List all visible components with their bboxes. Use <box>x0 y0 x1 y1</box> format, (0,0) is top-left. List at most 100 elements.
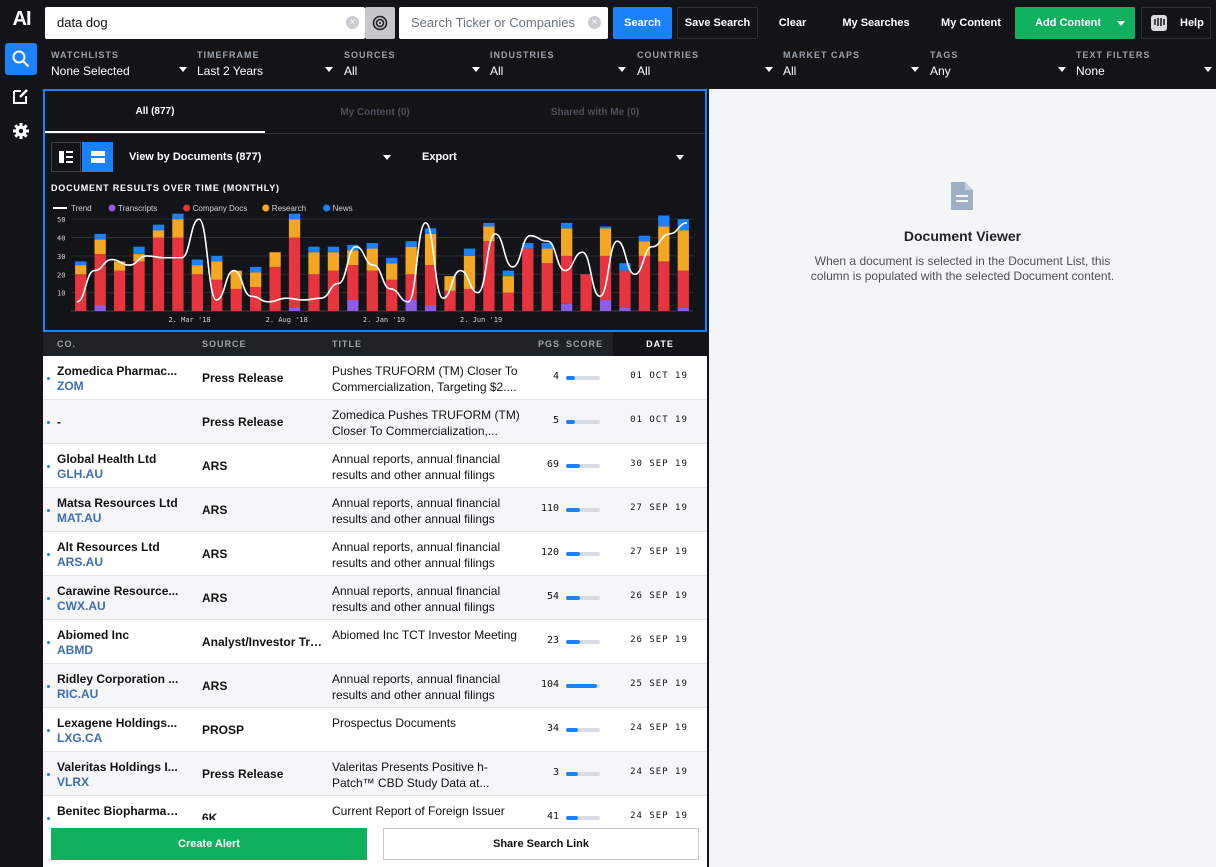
score-bar <box>566 508 600 512</box>
table-row[interactable]: Global Health Ltd GLH.AU ARS Annual reports… <box>43 444 707 488</box>
col-pages[interactable]: PGS <box>538 339 560 349</box>
keyword-search-input[interactable]: data dog × <box>45 7 365 39</box>
unread-dot <box>47 377 50 380</box>
bar-segment-news <box>152 224 165 231</box>
bar-segment-company-docs <box>561 255 573 304</box>
bar-segment-company-docs <box>288 237 301 308</box>
col-company[interactable]: CO. <box>57 339 76 349</box>
add-content-button[interactable]: Add Content <box>1015 7 1135 39</box>
bar-segment-company-docs <box>366 270 378 311</box>
app-logo[interactable]: AI <box>0 8 43 31</box>
clear-ticker-icon[interactable]: × <box>588 16 601 29</box>
caret-down-icon <box>911 67 919 72</box>
unread-dot <box>47 553 50 556</box>
edit-nav-button[interactable] <box>5 80 37 112</box>
keyword-search-value: data dog <box>57 15 108 30</box>
share-search-link-button[interactable]: Share Search Link <box>383 828 699 860</box>
create-alert-button[interactable]: Create Alert <box>51 828 367 860</box>
chart-title: DOCUMENT RESULTS OVER TIME (MONTHLY) <box>51 183 280 193</box>
help-button[interactable]: Help <box>1141 7 1211 39</box>
tab-all[interactable]: All (877) <box>45 91 265 133</box>
table-row[interactable]: Carawine Resource... CWX.AU ARS Annual repo… <box>43 576 707 620</box>
source: ARS <box>202 547 228 561</box>
source: Analyst/Investor Tran... <box>202 635 327 649</box>
filter-tags[interactable]: TAGS Any <box>930 50 1070 84</box>
col-title[interactable]: TITLE <box>332 339 362 349</box>
date: 24 SEP 19 <box>630 767 688 777</box>
clear-button[interactable]: Clear <box>765 7 820 39</box>
bar-segment-company-docs <box>172 237 184 311</box>
ticker-search-input[interactable]: Search Ticker or Companies × <box>399 7 608 39</box>
document-title: Pushes TRUFORM (TM) Closer To Commercial… <box>332 364 518 394</box>
my-content-button[interactable]: My Content <box>931 7 1011 39</box>
x-tick-label: 2. Jun '19 <box>460 316 502 324</box>
table-row[interactable]: Alt Resources Ltd ARS.AU ARS Annual reports… <box>43 532 707 576</box>
settings-nav-button[interactable] <box>5 115 37 147</box>
unread-dot <box>47 509 50 512</box>
view-by-select[interactable]: View by Documents (877) <box>129 151 391 163</box>
bar-segment-company-docs <box>191 274 203 311</box>
table-row[interactable]: Zomedica Pharmac... ZOM Press Release Pushe… <box>43 356 707 400</box>
voice-search-button[interactable] <box>365 7 395 39</box>
score-fill <box>566 552 580 556</box>
unread-dot <box>47 685 50 688</box>
bar-segment-research <box>308 252 320 275</box>
filter-countries[interactable]: COUNTRIES All <box>637 50 777 84</box>
table-row[interactable]: Benitec Biopharma ... 6K Current Report of… <box>43 796 707 820</box>
filter-sources[interactable]: SOURCES All <box>344 50 484 84</box>
col-score[interactable]: SCORE <box>566 339 603 349</box>
date: 30 SEP 19 <box>630 459 688 469</box>
table-row[interactable]: Abiomed Inc ABMD Analyst/Investor Tran... A… <box>43 620 707 664</box>
document-title: Annual reports, annual financial results… <box>332 496 501 526</box>
filter-timeframe[interactable]: TIMEFRAME Last 2 Years <box>197 50 337 84</box>
bar-segment-research <box>113 261 126 271</box>
tab-divider <box>45 133 705 134</box>
export-select[interactable]: Export <box>422 151 684 163</box>
tab-my-content[interactable]: My Content (0) <box>265 91 485 133</box>
tab-shared[interactable]: Shared with Me (0) <box>485 91 705 133</box>
filter-label: SOURCES <box>344 50 396 60</box>
bar-segment-research <box>288 219 301 238</box>
legend-label: Company Docs <box>193 204 248 213</box>
my-searches-button[interactable]: My Searches <box>835 7 917 39</box>
bar-segment-news <box>288 213 301 220</box>
list-view-toggle[interactable] <box>51 142 81 172</box>
page-count: 69 <box>546 459 559 470</box>
ticker: ZOM <box>57 379 84 393</box>
filter-industries[interactable]: INDUSTRIES All <box>490 50 630 84</box>
bar-segment-news <box>172 213 184 220</box>
bar-segment-company-docs <box>230 288 242 311</box>
filter-market-caps[interactable]: MARKET CAPS All <box>783 50 923 84</box>
save-search-button[interactable]: Save Search <box>677 7 758 39</box>
clear-keyword-icon[interactable]: × <box>346 16 359 29</box>
unread-dot <box>47 773 50 776</box>
score-fill <box>566 420 575 424</box>
col-date[interactable]: DATE <box>613 332 707 356</box>
table-row[interactable]: - Press Release Zomedica Pushes TRUFORM (T… <box>43 400 707 444</box>
table-row[interactable]: Valeritas Holdings I... VLRX Press Release… <box>43 752 707 796</box>
score-bar <box>566 640 600 644</box>
table-row[interactable]: Ridley Corporation ... RIC.AU ARS Annual re… <box>43 664 707 708</box>
search-button[interactable]: Search <box>613 7 672 39</box>
filter-label: TEXT FILTERS <box>1076 50 1151 60</box>
bar-segment-transcripts <box>288 307 301 311</box>
bar-segment-research <box>172 219 184 238</box>
full-view-toggle[interactable] <box>82 142 113 172</box>
table-row[interactable]: Lexagene Holdings... LXG.CA PROSP Prospectu… <box>43 708 707 752</box>
filter-watchlists[interactable]: WATCHLISTS None Selected <box>51 50 191 84</box>
bar-segment-company-docs <box>133 261 145 311</box>
y-tick-label: 30 <box>57 253 65 261</box>
table-row[interactable]: Matsa Resources Ltd MAT.AU ARS Annual repor… <box>43 488 707 532</box>
search-nav-button[interactable] <box>5 43 37 75</box>
x-tick-label: 2. Jan '19 <box>363 316 405 324</box>
ticker: RIC.AU <box>57 687 99 701</box>
page-count: 3 <box>552 767 559 778</box>
filter-label: MARKET CAPS <box>783 50 861 60</box>
filter-text-filters[interactable]: TEXT FILTERS None <box>1076 50 1216 84</box>
ticker: ABMD <box>57 643 93 657</box>
bar-segment-company-docs <box>658 261 670 311</box>
filter-label: WATCHLISTS <box>51 50 119 60</box>
col-source[interactable]: SOURCE <box>202 339 247 349</box>
score-bar <box>566 684 600 688</box>
bar-segment-company-docs <box>502 292 514 311</box>
